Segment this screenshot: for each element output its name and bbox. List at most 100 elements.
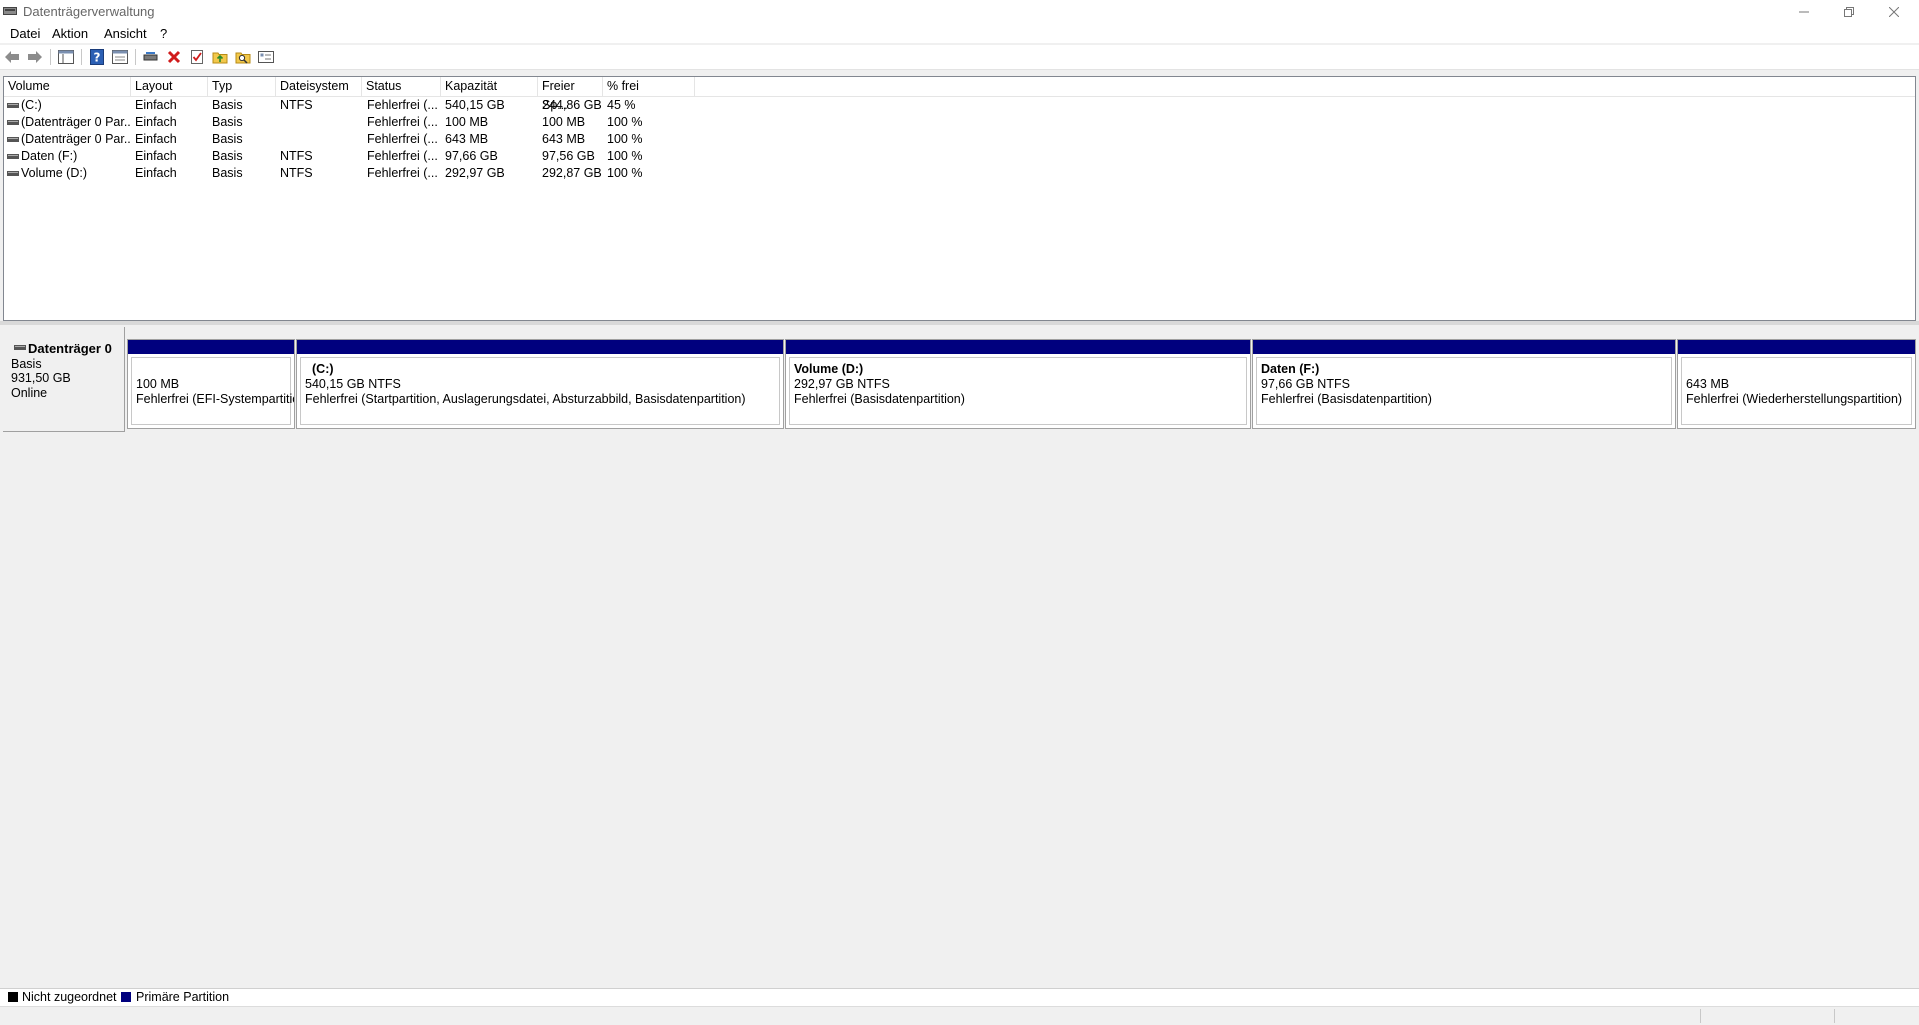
cell-kapazitaet: 643 MB [445, 132, 489, 146]
toolbar-separator [81, 49, 82, 65]
menu-ansicht[interactable]: Ansicht [104, 26, 147, 41]
disk-info-panel[interactable]: Datenträger 0 Basis 931,50 GB Online [3, 327, 125, 432]
volume-icon [7, 120, 19, 125]
cell-status: Fehlerfrei (... [367, 115, 438, 129]
partition-d[interactable]: Volume (D:) 292,97 GB NTFS Fehlerfrei (B… [785, 339, 1251, 429]
cell-dateisystem: NTFS [280, 166, 313, 180]
menu-datei[interactable]: Datei [10, 26, 40, 41]
partition-type-bar [128, 340, 294, 354]
partition-type-bar [1678, 340, 1915, 354]
volume-icon [7, 137, 19, 142]
disk-type: Basis [11, 357, 42, 371]
back-arrow-icon [5, 51, 19, 63]
toolbar-separator [50, 49, 51, 65]
partition-status: Fehlerfrei (Basisdatenpartition) [794, 392, 965, 406]
table-row[interactable]: Volume (D:) Einfach Basis NTFS Fehlerfrei (.… [4, 165, 1915, 182]
cell-volume: Daten (F:) [21, 149, 78, 163]
partition-efi[interactable]: 100 MB Fehlerfrei (EFI-Systempartition) [127, 339, 295, 429]
partition-type-bar [297, 340, 783, 354]
table-row[interactable]: (C:) Einfach Basis NTFS Fehlerfrei (... 540,1… [4, 97, 1915, 114]
forward-button[interactable] [27, 49, 43, 65]
back-button[interactable] [4, 49, 20, 65]
folder-up-button[interactable] [212, 49, 228, 65]
cell-typ: Basis [212, 115, 243, 129]
help-icon: ? [90, 49, 104, 65]
cell-dateisystem: NTFS [280, 98, 313, 112]
cell-prozent-frei: 100 % [607, 132, 643, 146]
disk-management-app-icon [3, 7, 17, 15]
cell-freier-speicher: 643 MB [542, 132, 586, 146]
partition-size: 643 MB [1686, 377, 1730, 391]
table-row[interactable]: (Datenträger 0 Par... Einfach Basis Fehlerf… [4, 131, 1915, 148]
properties-icon [112, 50, 128, 64]
column-header-volume[interactable]: Volume [4, 77, 131, 96]
search-folder-button[interactable] [235, 49, 251, 65]
partition-c[interactable]: (C:) 540,15 GB NTFS Fehlerfrei (Startpar… [296, 339, 784, 429]
column-header-layout[interactable]: Layout [131, 77, 208, 96]
legend-label-primary: Primäre Partition [136, 990, 230, 1004]
disk-size: 931,50 GB [11, 371, 71, 385]
status-bar [0, 1006, 1919, 1025]
column-header-dateisystem[interactable]: Dateisystem [276, 77, 362, 96]
volume-icon [7, 103, 19, 108]
partition-f[interactable]: Daten (F:) 97,66 GB NTFS Fehlerfrei (Bas… [1252, 339, 1676, 429]
partition-body: (C:) 540,15 GB NTFS Fehlerfrei (Startpar… [300, 357, 780, 425]
cell-kapazitaet: 100 MB [445, 115, 489, 129]
help-button[interactable]: ? [89, 49, 105, 65]
search-folder-icon [235, 52, 251, 64]
partition-recovery[interactable]: 643 MB Fehlerfrei (Wiederherstellungspar… [1677, 339, 1916, 429]
cell-volume: (Datenträger 0 Par... [21, 132, 131, 146]
svg-text:?: ? [94, 51, 101, 65]
partition-status: Fehlerfrei (Basisdatenpartition) [1261, 392, 1432, 406]
menu-help[interactable]: ? [160, 26, 167, 41]
column-header-prozent-frei[interactable]: % frei [603, 77, 695, 96]
properties-button[interactable] [112, 49, 128, 65]
check-icon [191, 50, 203, 64]
cell-status: Fehlerfrei (... [367, 149, 438, 163]
partition-size: 540,15 GB NTFS [305, 377, 401, 391]
delete-button[interactable] [166, 49, 182, 65]
toolbar: ? [0, 45, 1919, 70]
cell-kapazitaet: 97,66 GB [445, 149, 498, 163]
restore-button[interactable] [1826, 0, 1872, 23]
title-bar: Datenträgerverwaltung [0, 0, 1919, 23]
delete-icon [167, 50, 181, 64]
settings-list-button[interactable] [258, 49, 274, 65]
disk-icon [14, 345, 26, 350]
cell-freier-speicher: 292,87 GB [542, 166, 602, 180]
partition-status: Fehlerfrei (EFI-Systempartition) [136, 392, 295, 406]
cell-typ: Basis [212, 98, 243, 112]
table-row[interactable]: (Datenträger 0 Par... Einfach Basis Fehlerf… [4, 114, 1915, 131]
table-row[interactable]: Daten (F:) Einfach Basis NTFS Fehlerfrei (..… [4, 148, 1915, 165]
restore-icon [1844, 6, 1854, 17]
folder-up-icon [212, 52, 228, 64]
cell-typ: Basis [212, 132, 243, 146]
cell-dateisystem [280, 114, 362, 131]
column-header-typ[interactable]: Typ [208, 77, 276, 96]
connect-disk-button[interactable] [143, 49, 159, 65]
column-header-kapazitaet[interactable]: Kapazität [441, 77, 538, 96]
check-button[interactable] [189, 49, 205, 65]
partition-body: Volume (D:) 292,97 GB NTFS Fehlerfrei (B… [789, 357, 1247, 425]
volume-icon [7, 171, 19, 176]
partition-size: 97,66 GB NTFS [1261, 377, 1350, 391]
disk-state: Online [11, 386, 48, 400]
cell-status: Fehlerfrei (... [367, 98, 438, 112]
cell-prozent-frei: 45 % [607, 98, 636, 112]
cell-status: Fehlerfrei (... [367, 166, 438, 180]
settings-list-icon [258, 51, 274, 63]
cell-status: Fehlerfrei (... [367, 132, 438, 146]
menu-aktion[interactable]: Aktion [52, 26, 88, 41]
cell-volume: Volume (D:) [21, 166, 87, 180]
minimize-button[interactable] [1781, 0, 1827, 23]
cell-freier-speicher: 97,56 GB [542, 149, 595, 163]
console-tree-button[interactable] [58, 49, 74, 65]
pane-splitter[interactable] [0, 321, 1919, 325]
cell-layout: Einfach [135, 166, 177, 180]
close-icon [1889, 6, 1899, 17]
column-header-freier-speicher[interactable]: Freier Sp... [538, 77, 603, 112]
column-header-status[interactable]: Status [362, 77, 441, 96]
close-button[interactable] [1871, 0, 1917, 23]
partition-size: 100 MB [136, 377, 180, 391]
partition-body: 100 MB Fehlerfrei (EFI-Systempartition) [131, 357, 294, 425]
